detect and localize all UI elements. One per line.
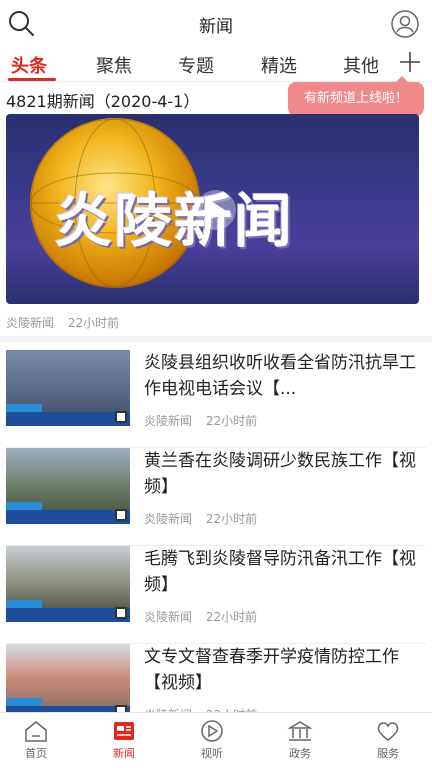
nav-home-label: 首页 [25, 747, 47, 760]
nav-news[interactable]: 新闻 [94, 719, 154, 761]
channel-tabs: 头条 聚焦 专题 精选 其他 [0, 46, 432, 82]
featured-source: 炎陵新闻 [6, 316, 55, 330]
active-tab-indicator [8, 78, 56, 81]
news-time: 22小时前 [205, 414, 258, 428]
bottom-nav: 首页 新闻 视听 政务 服务 [0, 712, 432, 768]
featured-title[interactable]: 4821期新闻（2020-4-1） [6, 88, 199, 112]
news-item[interactable]: 黄兰香在炎陵调研少数民族工作【视频】 炎陵新闻 22小时前 [6, 448, 426, 546]
play-icon[interactable] [196, 190, 236, 230]
news-title: 文专文督查春季开学疫情防控工作【视频】 [144, 647, 399, 693]
nav-service-label: 服务 [377, 747, 399, 760]
nav-government-label: 政务 [289, 747, 311, 760]
news-icon [114, 722, 134, 740]
featured-time: 22小时前 [67, 316, 120, 330]
news-meta: 炎陵新闻 22小时前 [144, 608, 257, 625]
news-meta: 炎陵新闻 22小时前 [144, 510, 257, 527]
nav-news-label: 新闻 [113, 747, 135, 760]
news-meta: 炎陵新闻 22小时前 [144, 412, 257, 429]
nav-service[interactable]: 服务 [358, 719, 418, 761]
featured-meta: 炎陵新闻 22小时前 [6, 314, 119, 331]
tab-featured[interactable]: 精选 [261, 52, 297, 78]
news-time: 22小时前 [205, 610, 258, 624]
featured-video[interactable]: 炎陵新闻 [6, 114, 419, 304]
news-source: 炎陵新闻 [144, 414, 193, 428]
user-icon[interactable] [390, 9, 420, 39]
heart-icon [377, 722, 399, 741]
government-icon [287, 721, 313, 741]
news-source: 炎陵新闻 [144, 610, 193, 624]
nav-home[interactable]: 首页 [6, 719, 66, 761]
news-item[interactable]: 炎陵县组织收听收看全省防汛抗旱工作电视电话会议【... 炎陵新闻 22小时前 [6, 350, 426, 448]
news-title: 炎陵县组织收听收看全省防汛抗旱工作电视电话会议【... [144, 353, 416, 399]
home-icon [25, 721, 47, 742]
page-title: 新闻 [199, 17, 233, 37]
nav-government[interactable]: 政务 [270, 719, 330, 761]
tab-other[interactable]: 其他 [343, 52, 379, 78]
tab-headlines[interactable]: 头条 [11, 52, 47, 78]
section-divider [0, 336, 432, 342]
news-thumbnail [6, 350, 130, 426]
tab-focus[interactable]: 聚焦 [96, 52, 132, 78]
news-title: 黄兰香在炎陵调研少数民族工作【视频】 [144, 451, 416, 497]
news-time: 22小时前 [205, 512, 258, 526]
news-thumbnail [6, 448, 130, 524]
news-item[interactable]: 毛腾飞到炎陵督导防汛备汛工作【视频】 炎陵新闻 22小时前 [6, 546, 426, 644]
add-channel-icon[interactable] [398, 50, 422, 74]
tab-topics[interactable]: 专题 [178, 52, 214, 78]
news-source: 炎陵新闻 [144, 512, 193, 526]
video-title-text: 炎陵新闻 [54, 187, 295, 255]
nav-video[interactable]: 视听 [182, 719, 242, 761]
new-channel-tooltip: 有新频道上线啦！ [288, 76, 424, 116]
news-thumbnail [6, 546, 130, 622]
news-thumbnail [6, 644, 130, 720]
nav-video-label: 视听 [201, 747, 223, 760]
play-icon [201, 720, 223, 742]
news-title: 毛腾飞到炎陵督导防汛备汛工作【视频】 [144, 549, 416, 595]
app-header: 新闻 [0, 0, 432, 46]
